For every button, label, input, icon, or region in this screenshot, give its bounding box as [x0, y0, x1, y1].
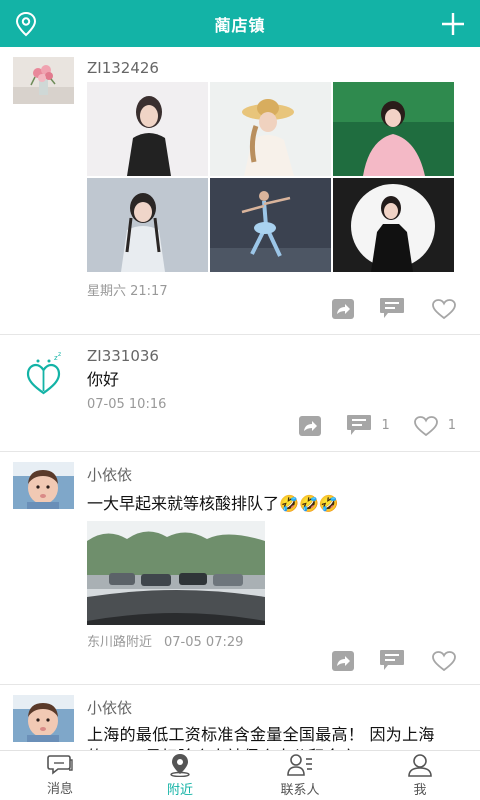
avatar[interactable]	[13, 695, 74, 742]
comment-button[interactable]: 1	[347, 415, 390, 436]
photo-thumbnail[interactable]	[210, 82, 331, 176]
profile-icon	[408, 754, 432, 777]
photo-thumbnail[interactable]	[87, 178, 208, 272]
comment-count: 1	[381, 418, 390, 433]
photo-thumbnail[interactable]	[87, 82, 208, 176]
app-header: 蔺店镇	[0, 0, 480, 47]
page-title: 蔺店镇	[214, 15, 266, 35]
post-time: 07-05 10:16	[87, 397, 167, 412]
like-button[interactable]: 1	[413, 415, 456, 436]
tab-nearby[interactable]: 附近	[120, 751, 240, 800]
emoji-laughing: 🤣🤣🤣	[279, 494, 339, 513]
photo-thumbnail[interactable]	[210, 178, 331, 272]
photo-thumbnail[interactable]	[333, 82, 454, 176]
post-text: 你好	[87, 370, 120, 389]
svg-text:z: z	[58, 351, 61, 358]
photo-thumbnail[interactable]	[333, 178, 454, 272]
avatar[interactable]	[13, 57, 74, 104]
post-text-line: 一大早起来就等核酸排队了🤣🤣🤣	[87, 493, 460, 515]
post-item[interactable]: z z ZI331036 你好 07-05 10:16 1 1	[0, 335, 480, 452]
like-count: 1	[447, 418, 456, 433]
bottom-tab-bar: 消息 附近 联系人 我	[0, 750, 480, 800]
photo-thumbnail[interactable]	[87, 521, 265, 625]
tab-label: 我	[413, 783, 427, 798]
post-username[interactable]: 小依依	[87, 464, 460, 485]
post-meta: 东川路附近 07-05 07:29	[87, 631, 460, 650]
avatar[interactable]: z z	[13, 351, 74, 398]
comment-icon	[380, 298, 404, 318]
avatar[interactable]	[13, 462, 74, 509]
tab-label: 消息	[46, 782, 73, 797]
comment-button[interactable]	[380, 650, 404, 671]
share-button[interactable]	[332, 298, 354, 319]
tab-label: 联系人	[280, 783, 320, 798]
like-button[interactable]	[432, 298, 456, 319]
post-text: 上海的最低工资标准含金量全国最高！ 因为上海的2590是扣除个人社保个人公积金之	[87, 725, 435, 750]
post-time: 星期六 21:17	[87, 284, 168, 299]
photo-grid	[87, 82, 454, 272]
share-button[interactable]	[332, 650, 354, 671]
tab-label: 附近	[166, 783, 193, 798]
nearby-location-icon	[170, 754, 190, 777]
post-username[interactable]: ZI132426	[87, 59, 460, 77]
tab-contacts[interactable]: 联系人	[240, 751, 360, 800]
post-item[interactable]: 小依依 一大早起来就等核酸排队了🤣🤣🤣 东川路附近 07-05 07:29	[0, 452, 480, 685]
moments-feed[interactable]: ZI132426 星期六 21:17 z z ZI331036 你好 07-05…	[0, 47, 480, 750]
post-username[interactable]: ZI331036	[87, 347, 460, 365]
like-button[interactable]	[432, 650, 456, 671]
share-icon	[332, 650, 354, 671]
share-button[interactable]	[299, 415, 322, 436]
post-username[interactable]: 小依依	[87, 697, 450, 718]
post-item[interactable]: ZI132426 星期六 21:17	[0, 47, 480, 335]
post-location[interactable]: 东川路附近	[87, 635, 152, 650]
heart-icon	[432, 650, 456, 671]
heart-icon	[413, 415, 438, 436]
share-icon	[299, 415, 322, 436]
post-time: 07-05 07:29	[164, 635, 244, 650]
message-icon	[47, 755, 73, 775]
tab-me[interactable]: 我	[360, 751, 480, 800]
contacts-icon	[287, 754, 312, 776]
tab-messages[interactable]: 消息	[0, 751, 120, 800]
post-text: 一大早起来就等核酸排队了	[87, 494, 280, 513]
comment-icon	[347, 415, 372, 435]
comment-icon	[380, 650, 404, 670]
share-icon	[332, 298, 354, 319]
heart-icon	[432, 298, 456, 319]
plus-icon[interactable]	[440, 11, 466, 37]
comment-button[interactable]	[380, 298, 404, 319]
post-item[interactable]: 小依依 上海的最低工资标准含金量全国最高！ 因为上海的2590是扣除个人社保个人…	[0, 685, 480, 750]
location-icon[interactable]	[12, 10, 40, 38]
